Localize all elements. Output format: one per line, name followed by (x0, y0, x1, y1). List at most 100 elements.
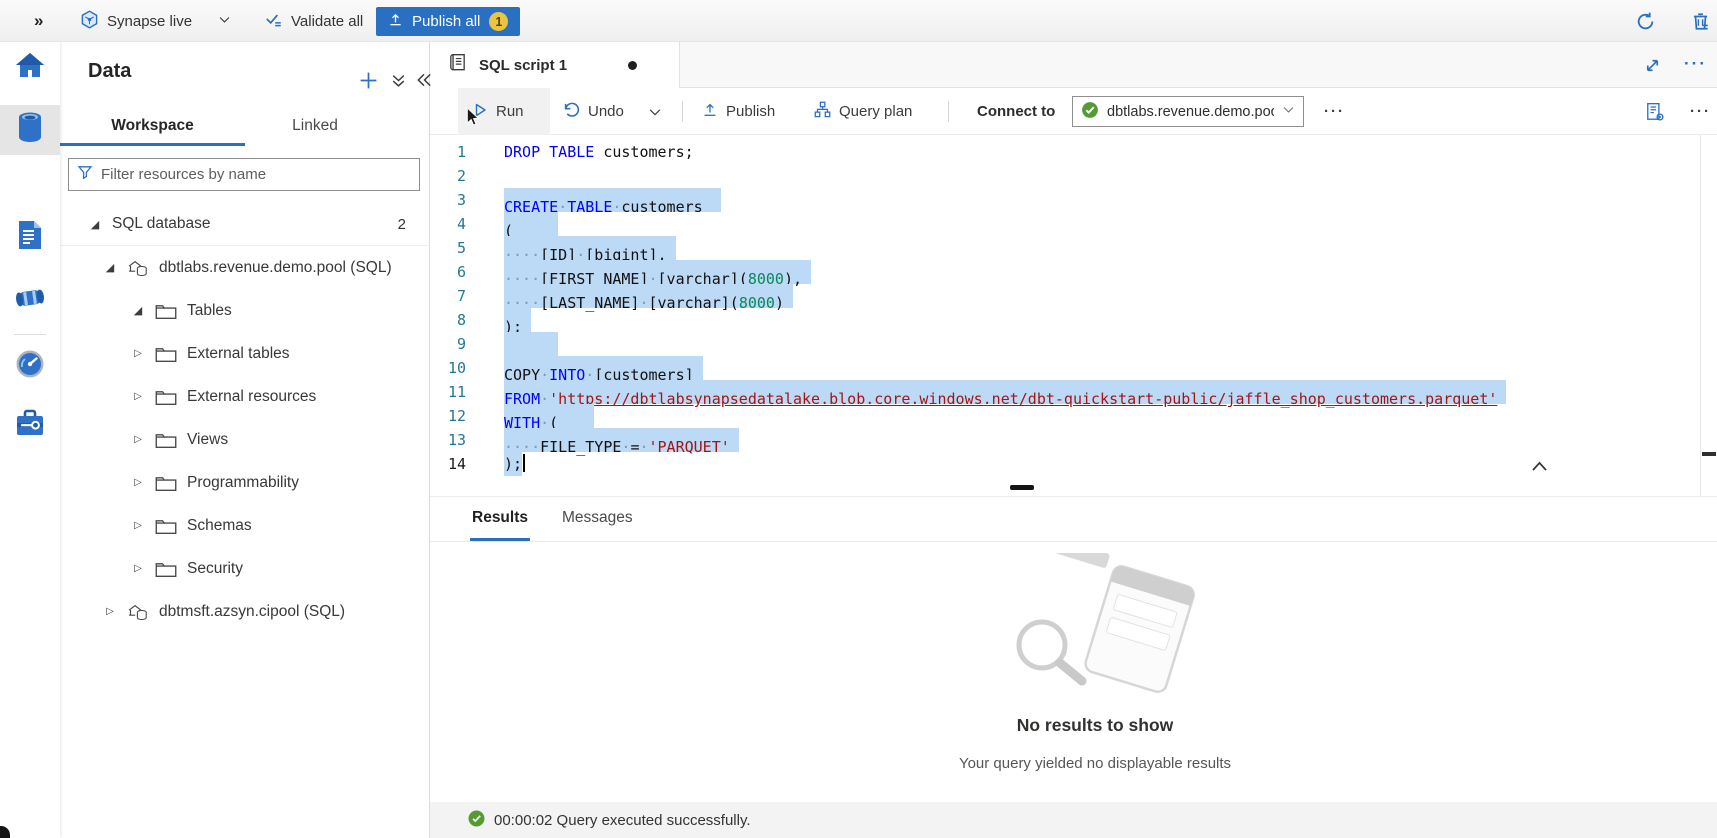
script-toolbar: Run Undo Publish Query plan Connect to (430, 88, 1717, 135)
publish-all-button[interactable]: Publish all 1 (376, 7, 520, 36)
collapse-pane-icon[interactable] (412, 68, 436, 92)
expand-caret-icon[interactable]: ▷ (131, 563, 145, 574)
tab-more-actions-icon[interactable]: ··· (1684, 55, 1707, 72)
expand-panel-button[interactable]: » (34, 0, 41, 42)
tree-item-dbtmsft-azsyn-cipool-sql[interactable]: ▷dbtmsft.azsyn.cipool (SQL) (60, 590, 430, 633)
panel-title: Data (88, 60, 131, 83)
tree-item-label: External resources (187, 388, 316, 406)
collapse-caret-icon[interactable]: ◢ (103, 261, 117, 274)
panel-splitter-handle[interactable] (1010, 485, 1034, 490)
code-line-3[interactable]: CREATE·TABLE·customers (504, 188, 1506, 212)
sidebar-item-monitor[interactable] (0, 341, 60, 391)
document-icon (15, 219, 45, 256)
tree-item-label: Programmability (187, 474, 299, 492)
rail-divider (14, 334, 46, 335)
tab-results[interactable]: Results (470, 497, 530, 541)
token-sp (594, 143, 603, 161)
code-line-5[interactable]: ····[ID]·[bigint], (504, 236, 1506, 260)
line-number: 4 (430, 212, 472, 236)
collapse-caret-icon[interactable]: ◢ (88, 218, 102, 231)
script-properties-icon[interactable] (1643, 88, 1667, 135)
horizontal-scrollbar-thumb[interactable] (1702, 452, 1716, 456)
validate-all-button[interactable]: Validate all (264, 0, 363, 42)
editor-scrollbar-track[interactable] (1700, 135, 1701, 496)
collapse-sections-icon[interactable] (386, 68, 410, 92)
folder-icon (155, 345, 177, 363)
undo-button[interactable]: Undo (560, 88, 626, 135)
selection-highlight: ····[ID]·[bigint], (504, 236, 676, 260)
expand-caret-icon[interactable]: ▷ (131, 477, 145, 488)
code-area[interactable]: DROP TABLE customers; CREATE·TABLE·custom… (504, 140, 1506, 476)
tab-linked[interactable]: Linked (245, 108, 385, 146)
expand-editor-icon[interactable] (1643, 56, 1662, 80)
expand-caret-icon[interactable]: ▷ (131, 520, 145, 531)
expand-caret-icon[interactable]: ▷ (131, 434, 145, 445)
line-number: 2 (430, 164, 472, 188)
synapse-hexagon-icon (80, 10, 99, 33)
tree-item-dbtlabs-revenue-demo-pool-sql[interactable]: ◢dbtlabs.revenue.demo.pool (SQL) (60, 246, 430, 289)
tab-messages[interactable]: Messages (560, 497, 635, 541)
selection-tail (694, 356, 703, 380)
empty-state-subtitle: Your query yielded no displayable result… (430, 755, 1717, 772)
token-kw: TABLE (549, 143, 594, 161)
publish-button[interactable]: Publish (700, 88, 777, 135)
connect-to-pool-select[interactable]: dbtlabs.revenue.demo.pool (1072, 96, 1304, 127)
toolbar-divider (682, 101, 683, 122)
collapse-results-chevron-up-icon[interactable] (1530, 458, 1550, 476)
undo-dropdown-chevron[interactable] (646, 88, 670, 135)
status-message: 00:00:02 Query executed successfully. (494, 812, 751, 829)
toolbar-more-icon[interactable]: ··· (1322, 88, 1347, 135)
tab-sql-script-1[interactable]: SQL script 1 (430, 42, 680, 89)
folder-icon (155, 388, 177, 406)
sql-code-editor[interactable]: 1234567891011121314 DROP TABLE customers… (430, 135, 1700, 496)
line-number: 8 (430, 308, 472, 332)
trash-icon[interactable] (1690, 11, 1711, 37)
expand-caret-icon[interactable]: ▷ (131, 348, 145, 359)
tree-item-programmability[interactable]: ▷ Programmability (60, 461, 430, 504)
text-cursor (523, 454, 525, 472)
sidebar-item-integrate[interactable] (0, 275, 60, 325)
sidebar-item-develop[interactable] (0, 212, 60, 262)
tree-item-tables[interactable]: ◢Tables (60, 289, 430, 332)
tree-item-external-resources[interactable]: ▷ External resources (60, 375, 430, 418)
toolbar-far-more-icon[interactable]: ··· (1688, 88, 1713, 135)
sidebar-item-data[interactable] (0, 105, 60, 155)
sidebar-item-home[interactable] (0, 43, 60, 93)
code-line-2[interactable] (504, 164, 1506, 188)
synapse-studio-window: » Synapse live Validate all Publish all … (0, 0, 1717, 838)
tree-item-views[interactable]: ▷Views (60, 418, 430, 461)
code-line-11[interactable]: FROM·'https://dbtlabsynapsedatalake.blob… (504, 380, 1506, 404)
code-line-10[interactable]: COPY·INTO·[customers] (504, 356, 1506, 380)
query-plan-button[interactable]: Query plan (812, 88, 914, 135)
token-sp: · (558, 198, 567, 216)
add-resource-button[interactable] (356, 68, 380, 92)
tab-workspace[interactable]: Workspace (60, 108, 245, 146)
tree-item-schemas[interactable]: ▷Schemas (60, 504, 430, 547)
token-strlink: 'https://dbtlabsynapsedatalake.blob.core… (549, 390, 1497, 408)
filter-resources-input[interactable] (101, 166, 411, 183)
code-line-13[interactable]: ····FILE_TYPE·=·'PARQUET' (504, 428, 1506, 452)
token-id: [varchar]( (649, 294, 739, 312)
token-kw: TABLE (567, 198, 612, 216)
tree-item-security[interactable]: ▷Security (60, 547, 430, 590)
tree-item-external-tables[interactable]: ▷External tables (60, 332, 430, 375)
line-number: 10 (430, 356, 472, 380)
synapse-live-mode-selector[interactable]: Synapse live (80, 0, 231, 42)
folder-icon (155, 474, 177, 492)
sidebar-item-manage[interactable] (0, 400, 60, 450)
collapse-caret-icon[interactable]: ◢ (131, 304, 145, 317)
select-chevron-down-icon (1282, 103, 1295, 120)
tree-item-sql-database[interactable]: ◢SQL database2 (60, 203, 430, 246)
expand-caret-icon[interactable]: ▷ (131, 391, 145, 402)
code-line-1[interactable]: DROP TABLE customers; (504, 140, 1506, 164)
selection-tail (1497, 380, 1506, 404)
token-id: customers; (603, 143, 693, 161)
refresh-icon[interactable] (1635, 11, 1656, 37)
expand-caret-icon[interactable]: ▷ (103, 606, 117, 617)
code-line-6[interactable]: ····[FIRST_NAME]·[varchar](8000), (504, 260, 1506, 284)
folder-icon (155, 302, 177, 320)
token-str: 'PARQUET' (649, 438, 730, 456)
code-line-9[interactable] (504, 332, 1506, 356)
code-line-7[interactable]: ····[LAST_NAME]·[varchar](8000) (504, 284, 1506, 308)
line-number: 5 (430, 236, 472, 260)
